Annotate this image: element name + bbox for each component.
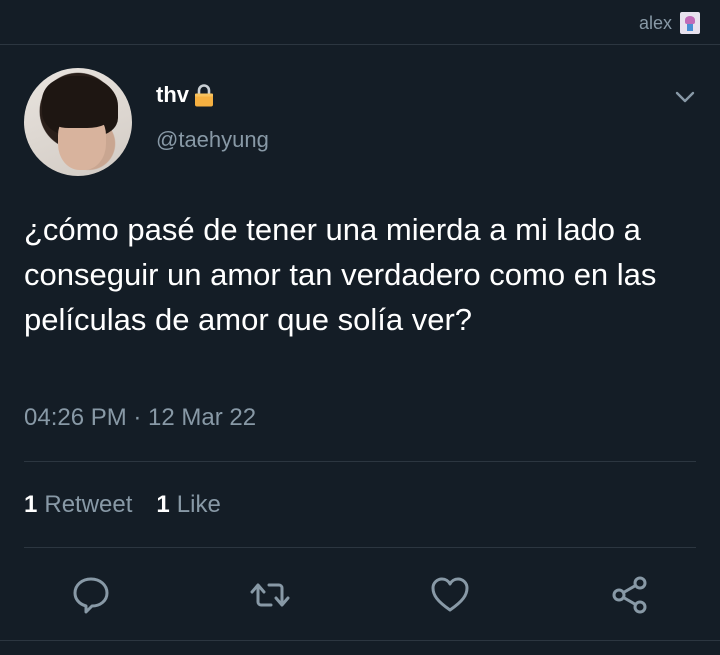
like-label: Like [176, 491, 221, 518]
tweet-actions [0, 574, 720, 616]
lock-icon [195, 84, 213, 107]
like-stat[interactable]: 1 Like [156, 491, 220, 519]
reply-icon[interactable] [70, 574, 112, 616]
user-handle[interactable]: @taehyung [156, 127, 269, 153]
divider [24, 461, 696, 462]
account-switcher[interactable]: alex [639, 12, 700, 34]
heart-icon[interactable] [429, 574, 471, 616]
like-count: 1 [156, 491, 170, 518]
display-name-text: thv [156, 82, 189, 107]
divider [0, 640, 720, 641]
share-icon[interactable] [609, 574, 651, 616]
account-username: alex [638, 12, 672, 33]
chevron-down-icon[interactable] [674, 86, 696, 108]
tweet-text: ¿cómo pasé de tener una mierda a mi lado… [24, 212, 657, 337]
tweet-timestamp[interactable]: 04:26 PM · 12 Mar 22 [24, 404, 256, 432]
retweet-count: 1 [24, 491, 38, 518]
top-bar: alex [0, 0, 720, 45]
account-badge-icon [680, 12, 700, 34]
display-name[interactable]: thv [156, 82, 217, 108]
retweet-label: Retweet [44, 491, 133, 518]
tweet-stats: 1 Retweet 1 Like [24, 491, 221, 519]
avatar[interactable] [24, 68, 132, 176]
retweet-stat[interactable]: 1 Retweet [24, 491, 132, 519]
divider [24, 547, 696, 548]
retweet-icon[interactable] [249, 574, 291, 616]
